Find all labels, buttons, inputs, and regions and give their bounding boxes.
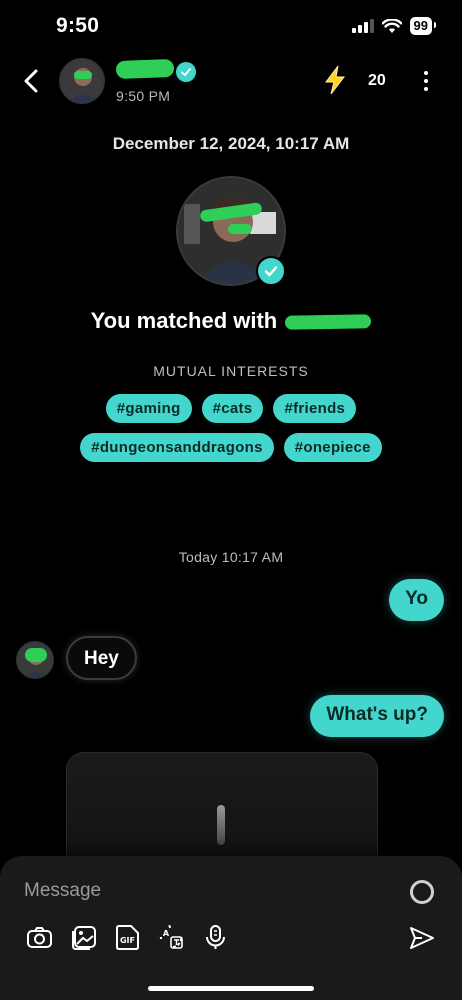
incoming-message[interactable]: Hey — [66, 636, 137, 680]
gif-label: GIF — [120, 936, 135, 945]
interest-tag[interactable]: #friends — [273, 394, 357, 423]
send-icon[interactable] — [408, 924, 436, 952]
status-bar: 9:50 99 — [0, 0, 462, 54]
interest-tags-row: #dungeonsanddragons #onepiece — [0, 433, 462, 462]
match-date: December 12, 2024, 10:17 AM — [112, 134, 350, 153]
verified-check-icon — [256, 256, 286, 286]
name-redaction — [285, 314, 372, 330]
record-circle-icon[interactable] — [410, 880, 434, 904]
interest-tags-row: #gaming #cats #friends — [0, 394, 462, 423]
message-composer: GIF A — [0, 856, 462, 1000]
interest-tag[interactable]: #dungeonsanddragons — [80, 433, 274, 462]
outgoing-message[interactable]: Yo — [389, 579, 444, 621]
cellular-signal-icon — [351, 19, 374, 33]
interest-tag[interactable]: #gaming — [105, 394, 192, 423]
gallery-icon[interactable] — [70, 924, 97, 951]
more-vertical-icon[interactable] — [416, 68, 436, 94]
battery-indicator: 99 — [409, 17, 437, 35]
mutual-interests-label: MUTUAL INTERESTS — [153, 363, 309, 379]
last-seen-time: 9:50 PM — [116, 88, 171, 104]
svg-text:A: A — [163, 929, 170, 938]
gif-icon[interactable]: GIF — [114, 924, 141, 951]
wifi-icon — [381, 18, 402, 33]
name-redaction — [115, 58, 175, 80]
interest-tag[interactable]: #cats — [201, 394, 264, 423]
translate-icon[interactable]: A — [158, 924, 185, 951]
matched-heading: You matched with — [0, 308, 462, 334]
interest-tag[interactable]: #onepiece — [283, 433, 382, 462]
chat-header: 9:50 PM 20 — [0, 54, 462, 110]
outgoing-message[interactable]: What's up? — [310, 695, 444, 737]
avatar[interactable] — [59, 58, 105, 104]
back-chevron-icon[interactable] — [20, 66, 44, 96]
status-time: 9:50 — [56, 14, 100, 37]
lightning-bolt-icon[interactable] — [320, 64, 350, 96]
verified-check-icon — [176, 62, 196, 82]
chat-timestamp: Today 10:17 AM — [178, 549, 284, 565]
avatar[interactable] — [16, 641, 54, 679]
home-indicator — [148, 986, 314, 991]
camera-icon[interactable] — [26, 924, 53, 951]
boost-count: 20 — [368, 72, 386, 89]
message-input[interactable] — [24, 874, 394, 908]
microphone-icon[interactable] — [202, 924, 229, 951]
